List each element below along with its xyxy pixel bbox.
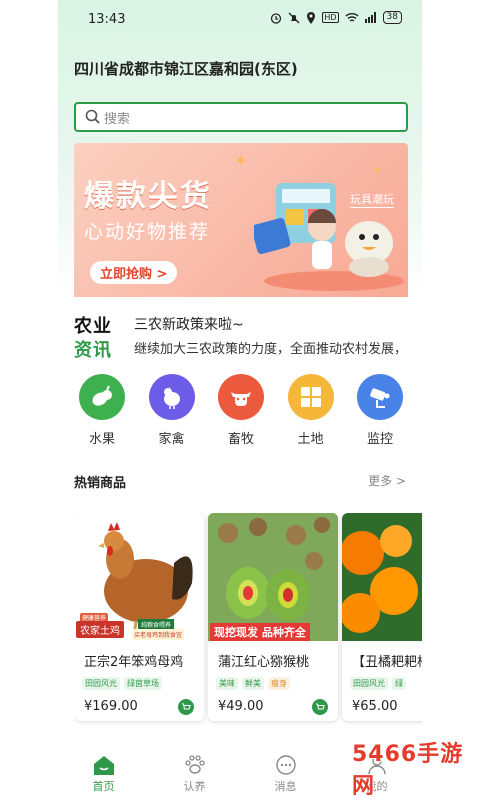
cart-icon xyxy=(182,703,191,710)
product-tag: 美味 xyxy=(216,677,238,690)
paw-icon xyxy=(184,755,205,774)
add-to-cart-button[interactable] xyxy=(312,699,328,715)
product-card[interactable]: 【丑橘耙耙柑 田园风光 绿 ¥65.00 xyxy=(342,513,422,721)
wifi-icon xyxy=(345,13,359,22)
product-image-orange xyxy=(342,513,422,641)
status-time: 13:43 xyxy=(88,12,126,27)
category-label: 家禽 xyxy=(158,432,185,447)
category-label: 水果 xyxy=(88,432,115,447)
livestock-icon xyxy=(231,392,251,406)
status-icons: HD 38 xyxy=(270,11,402,24)
product-image-chicken: 健康营养 农家土鸡 纯粮食喂养 买老母鸡到我食宜 xyxy=(74,513,204,641)
category-circle xyxy=(218,374,264,420)
mute-icon xyxy=(288,12,300,23)
tab-home[interactable]: 首页 xyxy=(69,748,139,800)
news-logo-bottom: 资讯 xyxy=(74,340,112,361)
product-tag: 鲜美 xyxy=(242,677,264,690)
banner-title: 爆款尖货 xyxy=(84,179,212,214)
product-name: 【丑橘耙耙柑 xyxy=(352,655,422,670)
product-list: 健康营养 农家土鸡 纯粮食喂养 买老母鸡到我食宜 正宗2年笨鸡母鸡 田园风光 绿… xyxy=(74,513,422,725)
product-tags: 美味 鲜美 瘦身 xyxy=(216,677,290,690)
category-circle xyxy=(79,374,125,420)
signal-icon xyxy=(364,12,376,23)
site-watermark: 5466手游网 xyxy=(352,742,464,799)
product-tags: 田园风光 绿茵草场 xyxy=(82,677,162,690)
banner-subtitle: 心动好物推荐 xyxy=(84,221,211,243)
product-card[interactable]: 现挖现发 品种齐全 蒲江红心猕猴桃 美味 鲜美 瘦身 ¥49.00 xyxy=(208,513,338,721)
land-icon xyxy=(300,387,321,407)
tab-label: 认养 xyxy=(183,780,206,793)
status-bar: 13:43 HD 38 xyxy=(58,0,422,40)
tab-messages[interactable]: 消息 xyxy=(251,748,321,800)
product-badge-extra: 买老母鸡到我食宜 xyxy=(132,629,185,640)
battery-icon: 38 xyxy=(382,11,402,24)
product-price: ¥169.00 xyxy=(84,699,138,714)
category-circle xyxy=(357,374,403,420)
location-address[interactable]: 四川省成都市锦江区嘉和园(东区) xyxy=(74,58,298,79)
product-tag: 田园风光 xyxy=(350,677,388,690)
product-tag: 田园风光 xyxy=(82,677,120,690)
agri-news[interactable]: 农业 资讯 三农新政策来啦~ 继续加大三农政策的力度，全面推动农村发展， xyxy=(74,312,408,361)
product-tag: 绿 xyxy=(392,677,406,690)
alarm-icon xyxy=(271,12,282,24)
toy-illustration xyxy=(254,183,404,291)
product-badge-main: 现挖现发 品种齐全 xyxy=(210,623,310,641)
more-link[interactable]: 更多 > xyxy=(368,472,406,489)
category-land[interactable]: 土地 xyxy=(283,374,339,447)
category-livestock[interactable]: 畜牧 xyxy=(213,374,269,447)
news-headline[interactable]: 三农新政策来啦~ xyxy=(134,314,244,334)
category-monitor[interactable]: 监控 xyxy=(352,374,408,447)
home-icon xyxy=(93,756,114,775)
add-to-cart-button[interactable] xyxy=(178,699,194,715)
orange-image xyxy=(342,525,418,633)
category-label: 监控 xyxy=(366,432,393,447)
promo-banner[interactable]: ✦ ✦ 爆款尖货 心动好物推荐 立即抢购 > 玩具潮玩 xyxy=(74,143,408,297)
product-tags: 田园风光 绿 xyxy=(350,677,406,690)
banner-tag: 玩具潮玩 xyxy=(350,193,394,208)
product-price: ¥65.00 xyxy=(352,699,398,714)
kiwi-image xyxy=(208,513,338,641)
category-circle xyxy=(148,374,195,420)
product-tag: 瘦身 xyxy=(268,677,290,690)
product-name: 蒲江红心猕猴桃 xyxy=(218,655,310,670)
fruit-icon xyxy=(92,385,112,406)
star-icon: ✦ xyxy=(234,151,248,170)
tab-adopt[interactable]: 认养 xyxy=(160,748,230,800)
chat-icon xyxy=(275,755,296,775)
app-screen: 13:43 HD 38 四川省成都市锦江区嘉和园(东区) 搜索 ✦ ✦ 爆款尖货… xyxy=(58,0,422,800)
cart-icon xyxy=(316,703,325,710)
category-poultry[interactable]: 家禽 xyxy=(144,374,200,447)
product-name: 正宗2年笨鸡母鸡 xyxy=(84,655,184,670)
product-tag: 绿茵草场 xyxy=(124,677,162,690)
category-row: 水果 家禽 畜牧 土地 监控 xyxy=(74,374,408,447)
product-price: ¥49.00 xyxy=(218,699,264,714)
search-bar[interactable]: 搜索 xyxy=(74,102,408,132)
monitor-icon xyxy=(370,388,390,408)
poultry-icon xyxy=(163,387,180,409)
tab-label: 首页 xyxy=(92,780,115,793)
category-circle xyxy=(287,374,334,420)
category-fruit[interactable]: 水果 xyxy=(74,374,130,447)
category-label: 畜牧 xyxy=(227,432,254,447)
banner-buy-button[interactable]: 立即抢购 > xyxy=(90,261,178,284)
hd-icon: HD xyxy=(322,12,339,23)
product-badge-main: 农家土鸡 xyxy=(76,621,124,638)
hot-products-title: 热销商品 xyxy=(74,476,127,491)
product-image-kiwi: 现挖现发 品种齐全 xyxy=(208,513,338,641)
news-logo-top: 农业 xyxy=(74,316,112,337)
phone-frame: 13:43 HD 38 四川省成都市锦江区嘉和园(东区) 搜索 ✦ ✦ 爆款尖货… xyxy=(0,0,480,800)
search-placeholder[interactable]: 搜索 xyxy=(104,108,130,127)
location-icon xyxy=(307,11,316,24)
search-icon xyxy=(85,109,100,124)
category-label: 土地 xyxy=(297,432,324,447)
tab-label: 消息 xyxy=(274,780,297,793)
news-description[interactable]: 继续加大三农政策的力度，全面推动农村发展， xyxy=(134,338,406,357)
product-card[interactable]: 健康营养 农家土鸡 纯粮食喂养 买老母鸡到我食宜 正宗2年笨鸡母鸡 田园风光 绿… xyxy=(74,513,204,721)
